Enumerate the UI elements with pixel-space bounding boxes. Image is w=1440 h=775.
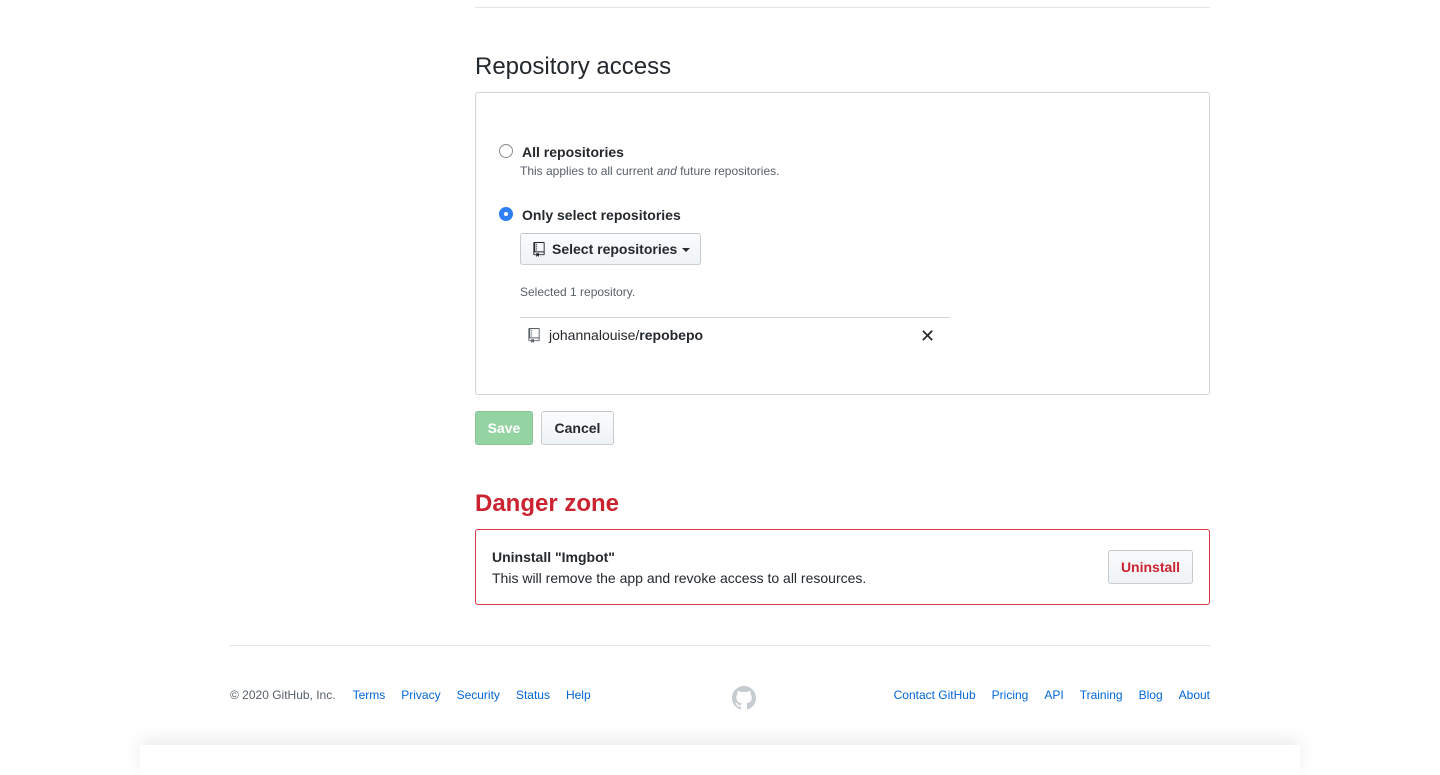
footer-link-help[interactable]: Help <box>566 688 591 702</box>
danger-zone-box <box>475 529 1210 605</box>
only-select-repositories-label[interactable]: Only select repositories <box>522 207 681 223</box>
danger-zone-title: Danger zone <box>475 490 620 517</box>
footer-link-security[interactable]: Security <box>457 688 500 702</box>
footer-link-blog[interactable]: Blog <box>1139 688 1163 702</box>
github-mark-icon[interactable] <box>732 686 756 715</box>
uninstall-heading: Uninstall "Imgbot" <box>492 549 615 565</box>
radio-only-select-repositories[interactable] <box>499 207 513 221</box>
save-button[interactable]: Save <box>475 411 533 445</box>
note-text-part: future repositories. <box>676 164 780 178</box>
selected-count-text: Selected 1 repository. <box>520 285 636 299</box>
repo-name: repobepo <box>639 327 704 343</box>
all-repositories-note: This applies to all current and future r… <box>520 164 779 178</box>
selected-list-divider <box>520 317 950 318</box>
footer-link-about[interactable]: About <box>1179 688 1210 702</box>
top-divider <box>475 7 1210 8</box>
uninstall-description: This will remove the app and revoke acce… <box>492 570 867 586</box>
select-repositories-button[interactable]: Select repositories <box>520 233 701 265</box>
footer-link-status[interactable]: Status <box>516 688 550 702</box>
footer-link-privacy[interactable]: Privacy <box>401 688 440 702</box>
all-repositories-label[interactable]: All repositories <box>522 144 624 160</box>
bottom-overlay-shadow <box>140 745 1300 775</box>
footer-link-training[interactable]: Training <box>1080 688 1123 702</box>
note-emphasis: and <box>656 164 677 178</box>
selected-repo-item: johannalouise/repobepo <box>528 327 703 343</box>
footer-link-terms[interactable]: Terms <box>353 688 386 702</box>
note-text-part: This applies to all current <box>520 164 657 178</box>
repo-owner: johannalouise/ <box>549 327 640 343</box>
caret-down-icon <box>682 248 691 252</box>
footer-link-pricing[interactable]: Pricing <box>992 688 1029 702</box>
footer-right: Contact GitHub Pricing API Training Blog… <box>894 688 1210 702</box>
remove-repo-close-icon[interactable]: ✕ <box>920 326 935 346</box>
uninstall-button[interactable]: Uninstall <box>1108 550 1193 584</box>
repo-icon <box>533 241 545 257</box>
footer-divider <box>230 645 1210 646</box>
footer-copyright: © 2020 GitHub, Inc. <box>230 688 336 702</box>
footer-link-api[interactable]: API <box>1044 688 1063 702</box>
repo-icon <box>528 327 540 343</box>
select-repositories-label: Select repositories <box>552 241 678 257</box>
repository-access-title: Repository access <box>475 53 672 80</box>
footer-left: © 2020 GitHub, Inc. Terms Privacy Securi… <box>230 688 591 702</box>
cancel-button[interactable]: Cancel <box>541 411 614 445</box>
footer-link-contact-github[interactable]: Contact GitHub <box>894 688 976 702</box>
radio-all-repositories[interactable] <box>499 144 513 158</box>
